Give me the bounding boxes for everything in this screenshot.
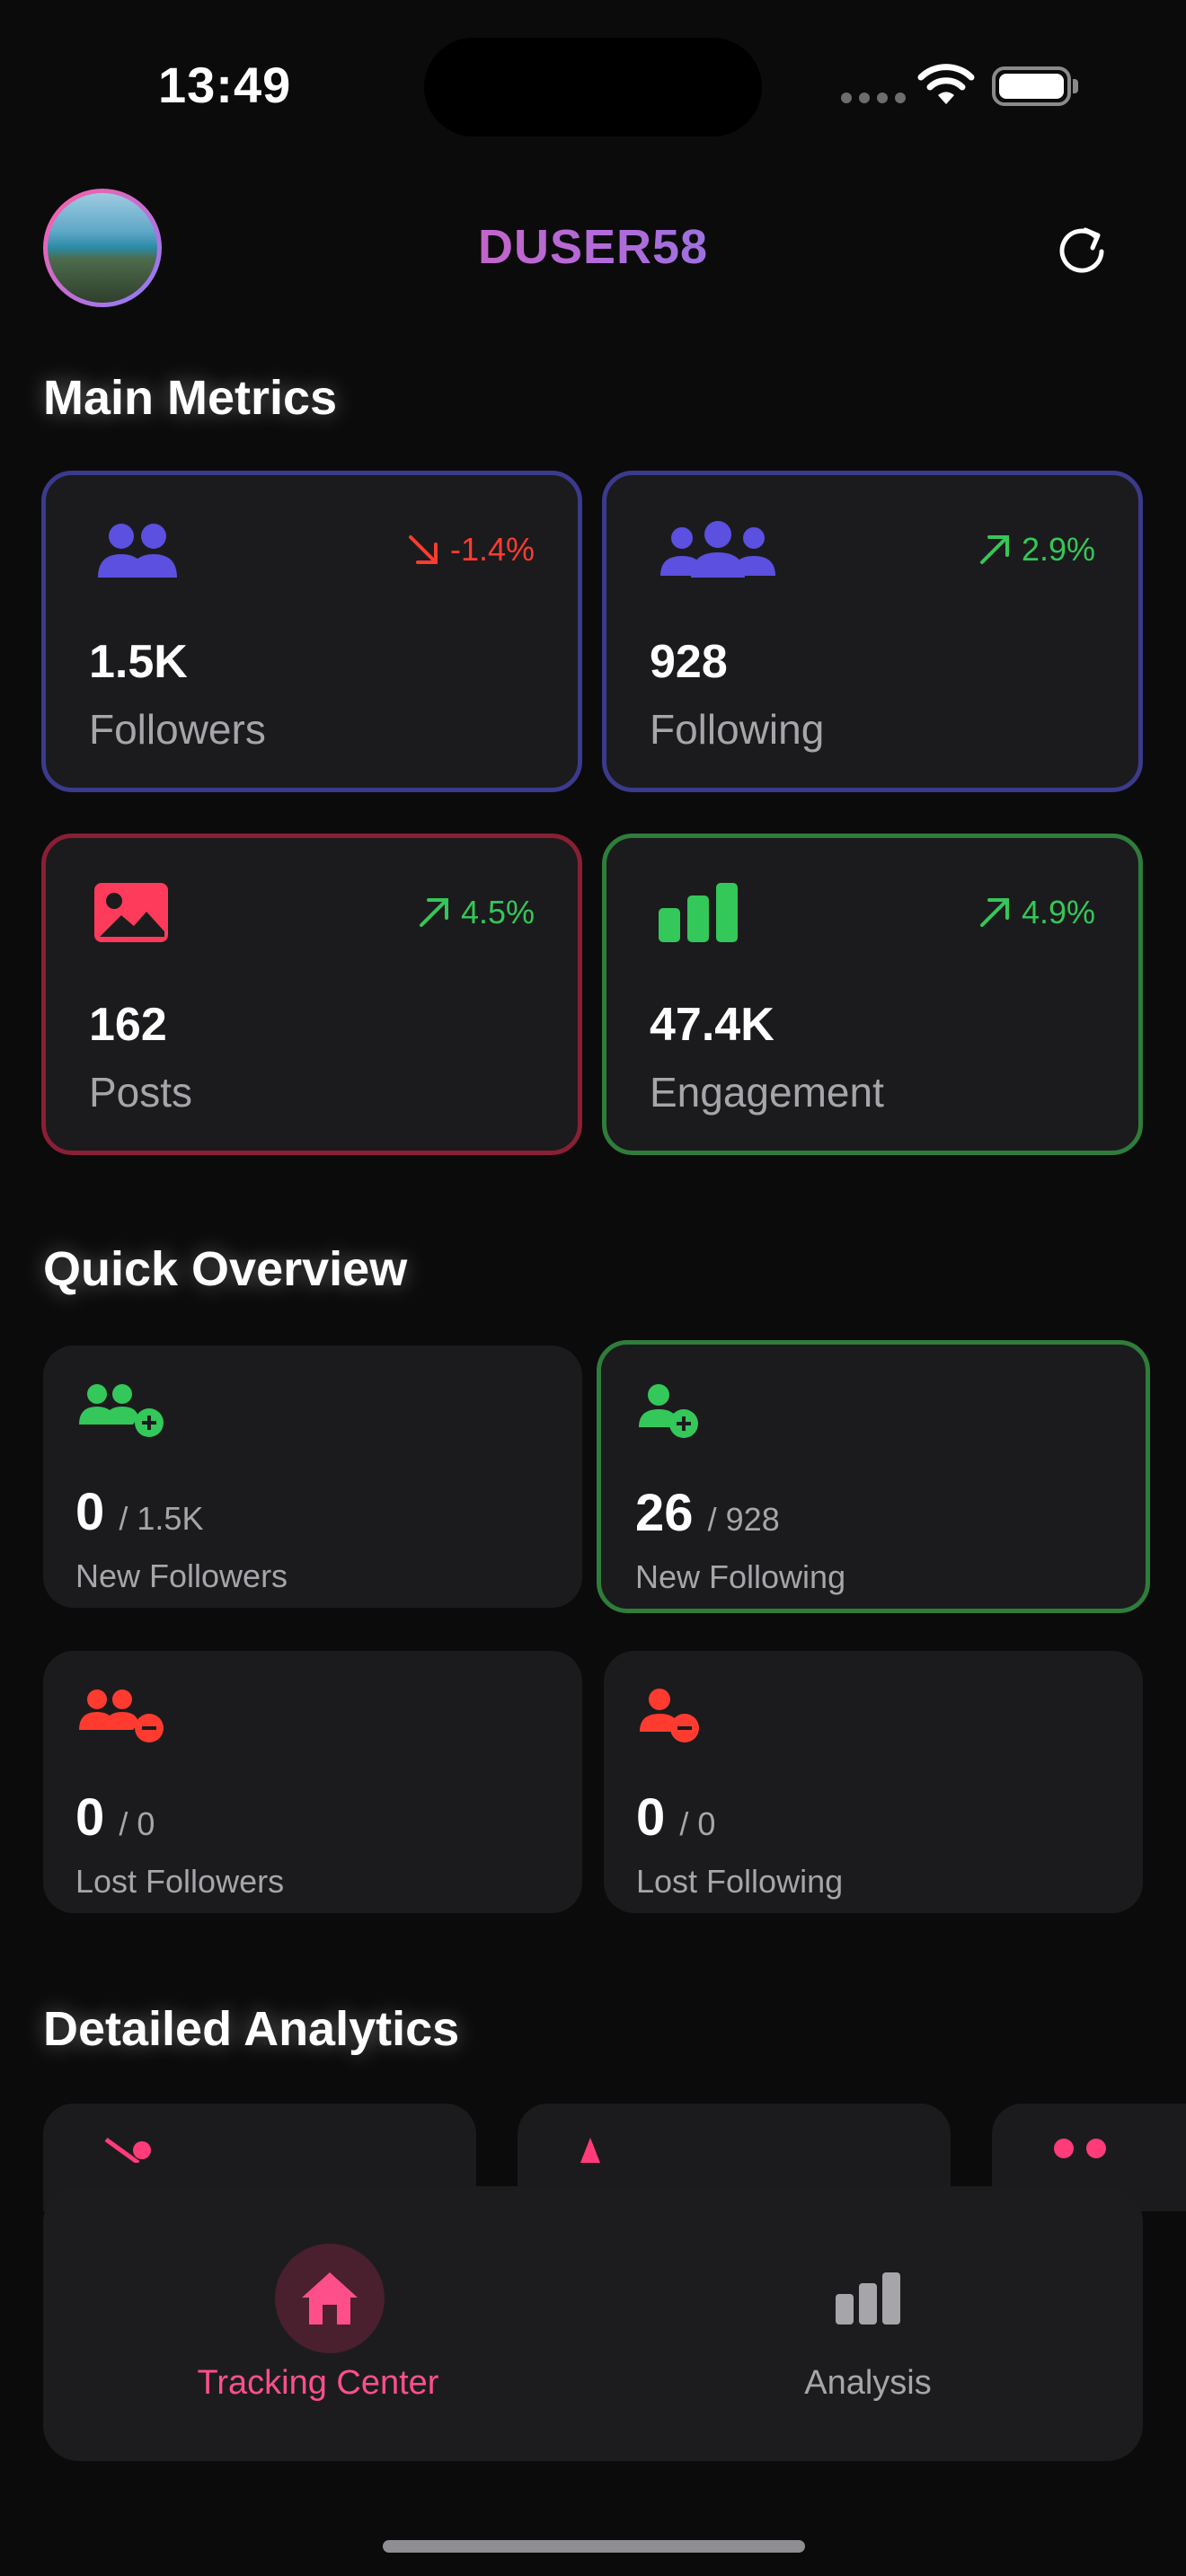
overview-count: 0 / 0 <box>75 1787 155 1848</box>
count-total: / 1.5K <box>119 1500 204 1537</box>
count-total: / 0 <box>679 1805 716 1842</box>
section-detailed-analytics: Detailed Analytics <box>43 2002 460 2056</box>
count-total: / 0 <box>119 1805 155 1842</box>
nav-label: Analysis <box>804 2364 932 2402</box>
bottom-nav: Tracking Center Analysis <box>43 2186 1143 2461</box>
count-value: 0 <box>75 1788 105 1847</box>
overview-label: Lost Following <box>636 1863 844 1900</box>
count-value: 26 <box>635 1484 694 1542</box>
bar-chart-icon <box>659 883 738 942</box>
battery-icon <box>992 66 1071 106</box>
change-value: 4.9% <box>1021 894 1095 931</box>
people-icon <box>1054 2139 1106 2158</box>
people-add-icon <box>79 1384 164 1437</box>
overview-count: 26 / 928 <box>635 1483 780 1543</box>
metric-label: Engagement <box>650 1069 884 1116</box>
image-icon <box>94 883 168 942</box>
trend-up-icon <box>419 898 448 927</box>
count-value: 0 <box>636 1788 666 1847</box>
home-icon <box>302 2272 358 2325</box>
battery-tip <box>1073 79 1078 93</box>
nav-label: Tracking Center <box>197 2364 439 2402</box>
overview-label: Lost Followers <box>75 1863 285 1900</box>
change-indicator: 2.9% <box>977 531 1095 569</box>
metric-label: Posts <box>89 1069 193 1116</box>
section-quick-overview: Quick Overview <box>43 1242 408 1296</box>
change-value: 4.5% <box>460 894 535 931</box>
overview-label: New Following <box>635 1558 846 1595</box>
change-indicator: 4.5% <box>416 894 535 931</box>
group-icon <box>660 521 775 578</box>
metric-value: 1.5K <box>89 636 188 688</box>
overview-card-new-followers[interactable]: 0 / 1.5K New Followers <box>43 1345 582 1608</box>
trend-down-icon <box>408 535 438 564</box>
change-value: 2.9% <box>1021 531 1095 568</box>
overview-count: 0 / 0 <box>636 1787 715 1848</box>
overview-label: New Followers <box>75 1557 288 1594</box>
overview-count: 0 / 1.5K <box>75 1482 203 1542</box>
person-add-icon <box>639 1384 698 1438</box>
metric-card-followers[interactable]: -1.4% 1.5K Followers <box>41 471 582 792</box>
status-time: 13:49 <box>158 57 292 113</box>
bar-chart-icon <box>836 2272 900 2325</box>
change-indicator: 4.9% <box>977 894 1095 931</box>
metric-label: Following <box>650 706 825 753</box>
count-value: 0 <box>75 1483 105 1541</box>
cellular-icon <box>841 93 906 103</box>
overview-card-lost-followers[interactable]: 0 / 0 Lost Followers <box>43 1651 582 1913</box>
section-main-metrics: Main Metrics <box>43 371 338 425</box>
username-title: DUSER58 <box>0 219 1186 275</box>
home-indicator[interactable] <box>383 2540 805 2553</box>
metric-card-engagement[interactable]: 4.9% 47.4K Engagement <box>602 834 1143 1155</box>
wifi-icon <box>917 64 975 104</box>
change-indicator: -1.4% <box>405 531 535 569</box>
muted-people-icon <box>104 2137 151 2163</box>
nav-item-tracking-center[interactable]: Tracking Center <box>43 2186 593 2461</box>
spark-icon <box>580 2138 600 2163</box>
people-icon <box>98 524 177 578</box>
person-remove-icon <box>640 1689 699 1742</box>
metric-value: 162 <box>89 999 167 1051</box>
metric-value: 928 <box>650 636 728 688</box>
metric-card-posts[interactable]: 4.5% 162 Posts <box>41 834 582 1155</box>
metric-value: 47.4K <box>650 999 774 1051</box>
metric-label: Followers <box>89 706 266 753</box>
trend-up-icon <box>979 535 1009 564</box>
change-value: -1.4% <box>449 531 535 568</box>
trend-up-icon <box>979 898 1009 927</box>
refresh-icon[interactable] <box>1049 216 1114 280</box>
dynamic-island <box>424 38 762 137</box>
overview-card-lost-following[interactable]: 0 / 0 Lost Following <box>604 1651 1143 1913</box>
metric-card-following[interactable]: 2.9% 928 Following <box>602 471 1143 792</box>
overview-card-new-following[interactable]: 26 / 928 New Following <box>597 1340 1150 1613</box>
people-remove-icon <box>79 1689 164 1742</box>
count-total: / 928 <box>707 1501 780 1538</box>
nav-item-analysis[interactable]: Analysis <box>593 2186 1143 2461</box>
